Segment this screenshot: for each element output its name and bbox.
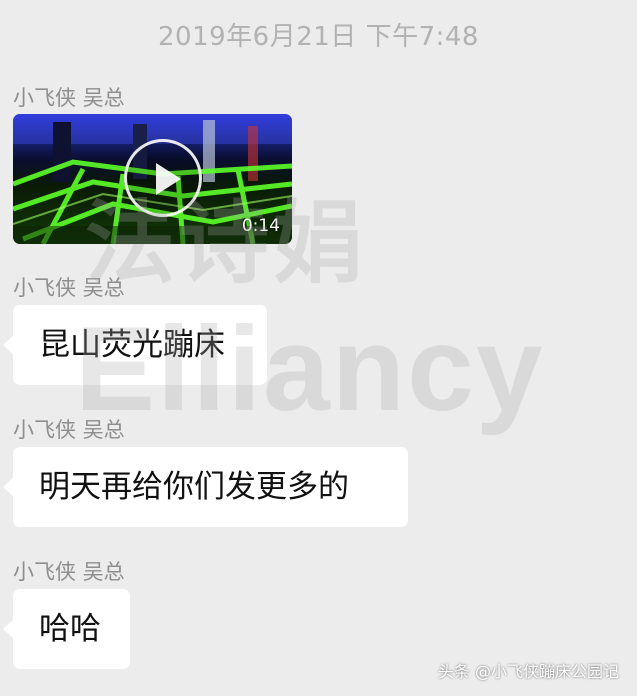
sender-name: 小飞侠 吴总 [13,560,125,584]
sender-name: 小飞侠 吴总 [13,276,125,300]
chat-timestamp: 2019年6月21日 下午7:48 [158,22,479,52]
message-bubble[interactable]: 哈哈 [3,589,130,669]
message-bubble[interactable]: 明天再给你们发更多的 [3,447,408,527]
sender-name: 小飞侠 吴总 [13,418,125,442]
play-icon[interactable] [124,139,202,217]
source-credit: 头条 @小飞侠蹦床公园记 [437,662,619,681]
message-text: 昆山荧光蹦床 [39,327,225,363]
video-duration: 0:14 [241,216,280,236]
message-text: 明天再给你们发更多的 [39,469,349,505]
video-message[interactable]: 0:14 [13,114,292,244]
message-bubble[interactable]: 昆山荧光蹦床 [3,305,267,385]
message-text: 哈哈 [39,611,101,647]
sender-name: 小飞侠 吴总 [13,86,125,110]
